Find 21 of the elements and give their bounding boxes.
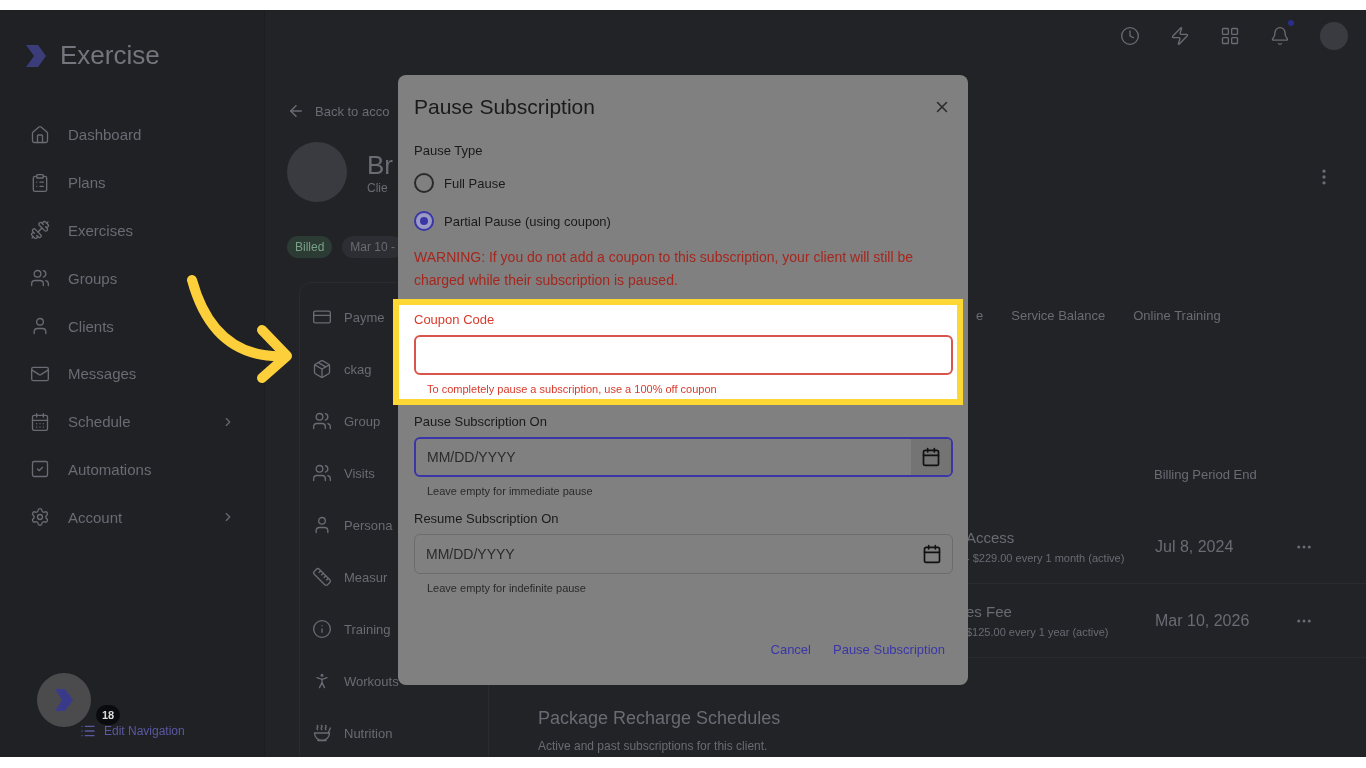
field-label: Resume Subscription On <box>414 511 559 526</box>
client-name: Br <box>367 149 393 181</box>
row-detail: - $229.00 every 1 month (active) <box>966 552 1125 564</box>
helper-text: To completely pause a subscription, use a 100% off coupon <box>427 383 717 395</box>
table-cell-text: Jul 8, 2024 <box>1155 537 1235 556</box>
count-badge: 18 <box>96 705 121 725</box>
helper-text: Leave empty for immediate pause <box>427 485 593 497</box>
field-label: Pause Subscription On <box>414 414 547 429</box>
field-label: Coupon Code <box>414 312 495 327</box>
section-subtitle: Active and past subscriptions for this client. <box>538 739 768 753</box>
helper-text: Leave empty for indefinite pause <box>427 582 586 594</box>
brand-name: Exercise <box>60 40 160 71</box>
status-chip: Billed <box>287 236 333 258</box>
warning-text: WARNING: If you do not add a coupon to this subscription, your client will still be charged while their subscription is paused. <box>414 248 915 290</box>
client-subtitle: Clie <box>367 180 389 195</box>
dialog-title: Pause Subscription <box>414 95 595 119</box>
row-title: Access <box>966 529 1015 546</box>
section-title: Package Recharge Schedules <box>538 708 781 729</box>
column-header: Billing Period End <box>1154 467 1258 482</box>
table-cell-text: Mar 10, 2026 <box>1155 611 1251 630</box>
field-label: Pause Type <box>414 143 483 158</box>
